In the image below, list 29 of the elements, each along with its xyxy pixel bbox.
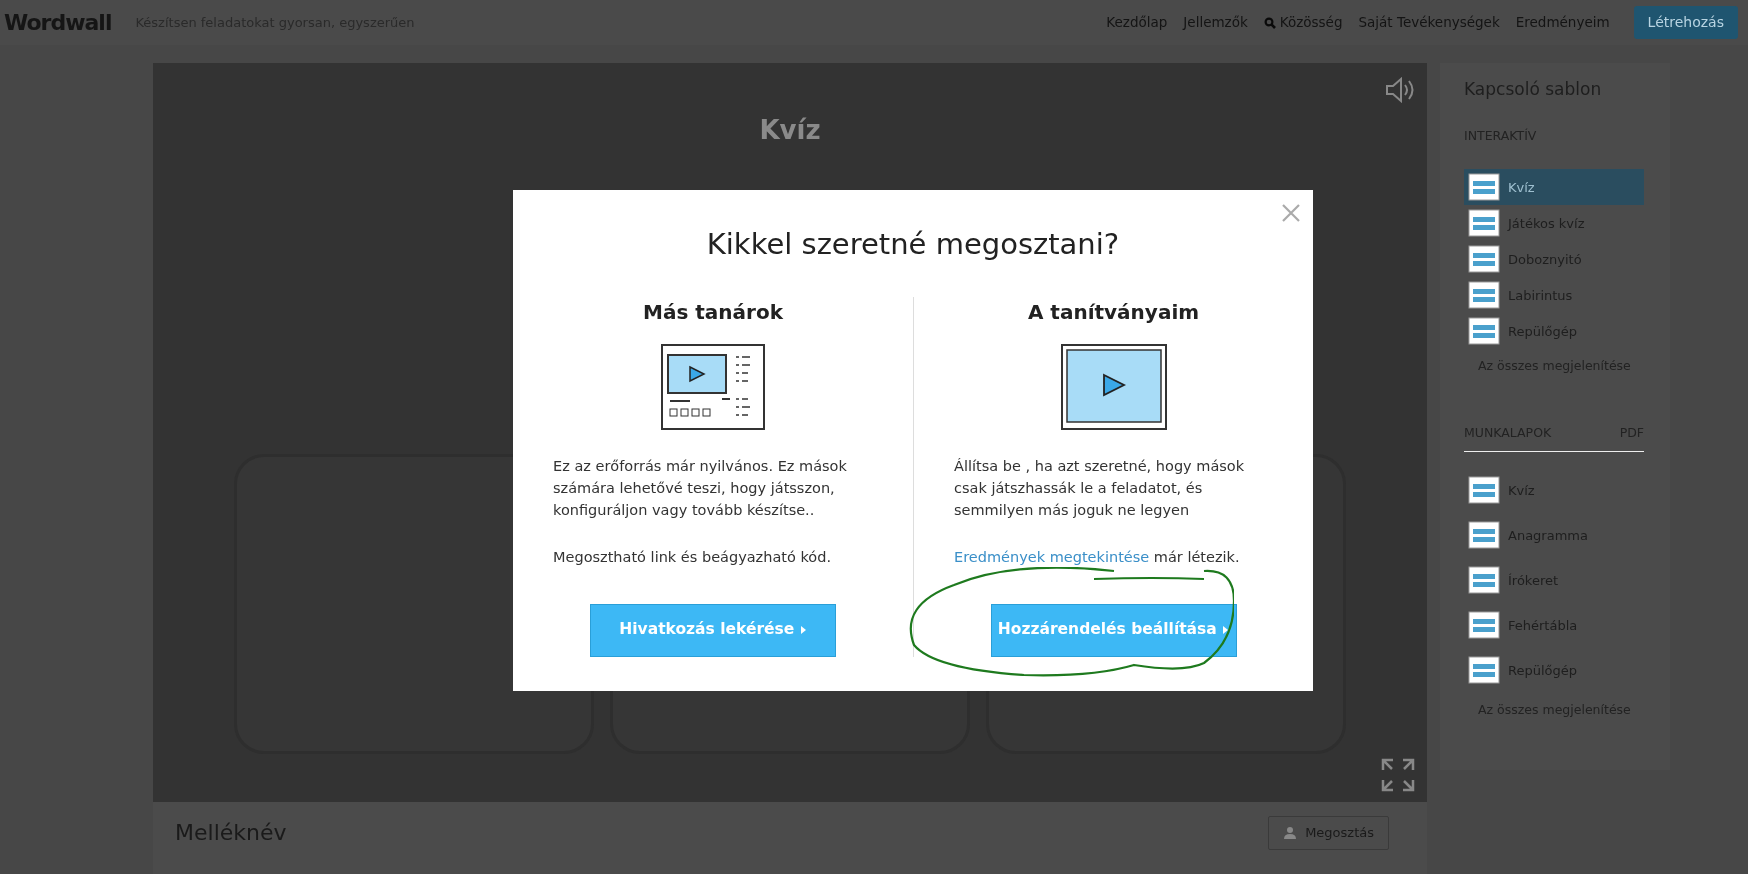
results-link[interactable]: Eredmények megtekintése: [954, 548, 1150, 565]
description-text: Eredmények megtekintése már létezik.: [954, 547, 1241, 567]
description-text: Megosztható link és beágyazható kód.: [553, 547, 833, 567]
template-thumbnail-icon: [1468, 476, 1500, 505]
dialog-title: Kikkel szeretné megosztani?: [705, 226, 1121, 263]
caret-icon: [1222, 624, 1230, 635]
action-button[interactable]: Hivatkozás lekérése: [590, 603, 836, 657]
template-thumbnail-icon: [1468, 281, 1500, 310]
create-button[interactable]: Létrehozás: [1633, 6, 1738, 39]
template-thumbnail-icon: [1468, 317, 1500, 346]
column-heading: A tanítványaim: [1027, 298, 1200, 326]
template-thumbnail-icon: [1468, 245, 1500, 274]
template-thumbnail-icon: [1468, 656, 1500, 685]
fullscreen-icon[interactable]: [1381, 758, 1415, 792]
speaker-icon[interactable]: [1385, 77, 1415, 103]
column-heading: Más tanárok: [643, 298, 783, 326]
template-thumbnail-icon: [1468, 209, 1500, 238]
search-icon: [1263, 16, 1276, 29]
template-thumbnail-icon: [1468, 521, 1500, 550]
description-text: Ez az erőforrás már nyilvános. Ez mások számára lehetővé teszi, hogy játsszon, konfiguráljon vagy tovább készítse..: [553, 456, 848, 521]
game-title: Kvíz: [759, 114, 821, 147]
template-item[interactable]: Kvíz: [1464, 169, 1644, 206]
description-text: Állítsa be , ha azt szeretné, hogy mások csak játszhassák le a feladatot, és semmilyen más joguk ne legyen: [954, 456, 1246, 521]
user-icon: [1283, 825, 1298, 840]
caret-icon: [799, 624, 807, 635]
template-thumbnail-icon: [1468, 173, 1500, 202]
action-button[interactable]: Hozzárendelés beállítása: [990, 603, 1237, 657]
template-thumbnail-icon: [1468, 611, 1500, 640]
template-thumbnail-icon: [1468, 566, 1500, 595]
